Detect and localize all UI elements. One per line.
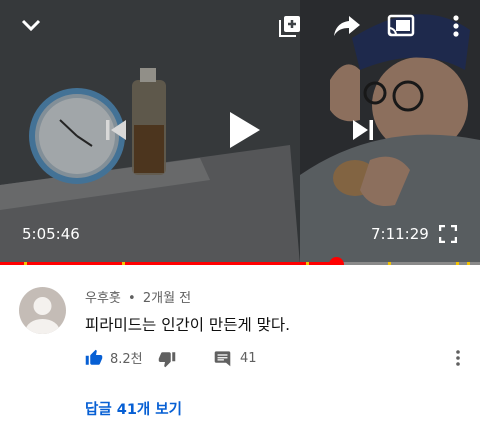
- comment-more-icon[interactable]: [452, 349, 464, 367]
- skip-previous-icon[interactable]: [103, 117, 129, 143]
- seek-bar-played: [0, 262, 336, 265]
- avatar[interactable]: [19, 287, 66, 334]
- comment-card: 우후훗 • 2개월 전 피라미드는 인간이 만든게 맞다. 8.2천 41 답글…: [0, 267, 480, 442]
- fullscreen-icon[interactable]: [437, 223, 459, 245]
- play-icon[interactable]: [224, 108, 264, 152]
- reply-count: 41: [240, 351, 257, 366]
- cast-icon[interactable]: [387, 13, 415, 39]
- current-time: 5:05:46: [22, 225, 80, 243]
- like-button[interactable]: 8.2천: [85, 348, 143, 367]
- seek-bar[interactable]: [0, 257, 480, 265]
- more-vert-icon[interactable]: [447, 13, 465, 39]
- thumb-up-icon: [85, 349, 103, 365]
- ad-marker: [24, 262, 27, 265]
- chevron-down-icon[interactable]: [18, 12, 44, 38]
- ad-marker: [388, 262, 391, 265]
- reply-button[interactable]: 41: [214, 350, 257, 367]
- video-player[interactable]: 5:05:46 7:11:29: [0, 0, 480, 265]
- comment-author[interactable]: 우후훗: [85, 291, 121, 306]
- share-icon[interactable]: [333, 13, 361, 39]
- ad-marker: [467, 262, 470, 265]
- ad-marker: [306, 262, 309, 265]
- meta-separator: •: [128, 291, 136, 306]
- ad-marker: [122, 262, 125, 265]
- playlist-add-icon[interactable]: [277, 13, 303, 39]
- comment-time: 2개월 전: [142, 291, 192, 306]
- comment-icon: [214, 351, 231, 367]
- comment-text: 피라미드는 인간이 만든게 맞다.: [85, 316, 291, 334]
- dislike-button[interactable]: [158, 350, 176, 368]
- like-count: 8.2천: [110, 352, 143, 367]
- duration: 7:11:29: [371, 225, 429, 243]
- thumb-down-icon: [158, 352, 176, 368]
- ad-marker: [456, 262, 459, 265]
- seek-bar-handle[interactable]: [329, 257, 344, 265]
- comment-meta: 우후훗 • 2개월 전: [85, 287, 191, 306]
- view-replies-link[interactable]: 답글 41개 보기: [85, 398, 182, 419]
- skip-next-icon[interactable]: [350, 117, 376, 143]
